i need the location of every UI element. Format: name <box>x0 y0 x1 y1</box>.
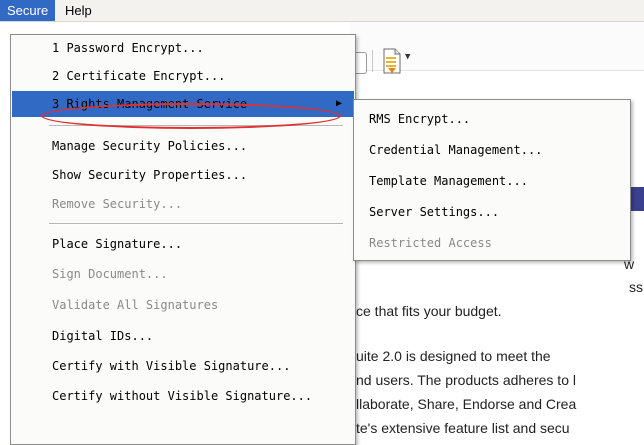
template-management-item[interactable]: Template Management... <box>355 166 629 196</box>
doc-text-line: ss <box>629 279 643 295</box>
doc-text-line: te's extensive feature list and secu <box>356 420 570 436</box>
doc-text-line: ce that fits your budget. <box>356 303 502 319</box>
doc-text-line: llaborate, Share, Endorse and Crea <box>356 396 577 412</box>
menu-help[interactable]: Help <box>58 0 99 21</box>
menu-separator <box>49 223 343 225</box>
doc-text-line: uite 2.0 is designed to meet the <box>356 348 551 364</box>
toolbar-separator <box>372 50 373 72</box>
rights-management-item[interactable]: 3 Rights Management Service ▶ <box>12 91 354 117</box>
menu-separator <box>49 125 343 127</box>
rms-submenu: RMS Encrypt... Credential Management... … <box>353 99 631 261</box>
doc-text-line: nd users. The products adheres to l <box>356 372 576 388</box>
manage-security-policies-item[interactable]: Manage Security Policies... <box>12 133 354 159</box>
dropdown-arrow-icon[interactable]: ▼ <box>405 52 410 62</box>
credential-management-item[interactable]: Credential Management... <box>355 135 629 165</box>
document-icon[interactable] <box>356 52 367 74</box>
show-security-properties-item[interactable]: Show Security Properties... <box>12 162 354 188</box>
menu-bar: Secure Help <box>0 0 644 22</box>
digital-ids-item[interactable]: Digital IDs... <box>12 323 354 349</box>
certify-without-visible-signature-item[interactable]: Certify without Visible Signature... <box>12 383 354 409</box>
rms-encrypt-item[interactable]: RMS Encrypt... <box>355 104 629 134</box>
remove-security-item[interactable]: Remove Security... <box>12 191 354 217</box>
sign-document-item[interactable]: Sign Document... <box>12 261 354 287</box>
certificate-encrypt-item[interactable]: 2 Certificate Encrypt... <box>12 63 354 89</box>
submenu-arrow-icon: ▶ <box>335 98 342 109</box>
restricted-access-item[interactable]: Restricted Access <box>355 228 629 258</box>
certify-visible-signature-item[interactable]: Certify with Visible Signature... <box>12 353 354 379</box>
secure-menu: 1 Password Encrypt... 2 Certificate Encr… <box>10 34 356 445</box>
validate-all-signatures-item[interactable]: Validate All Signatures <box>12 292 354 318</box>
password-encrypt-item[interactable]: 1 Password Encrypt... <box>12 35 354 61</box>
place-signature-item[interactable]: Place Signature... <box>12 231 354 257</box>
server-settings-item[interactable]: Server Settings... <box>355 197 629 227</box>
rights-management-label: 3 Rights Management Service <box>52 97 248 111</box>
document-icon[interactable] <box>382 48 402 74</box>
menu-secure[interactable]: Secure <box>0 0 56 21</box>
